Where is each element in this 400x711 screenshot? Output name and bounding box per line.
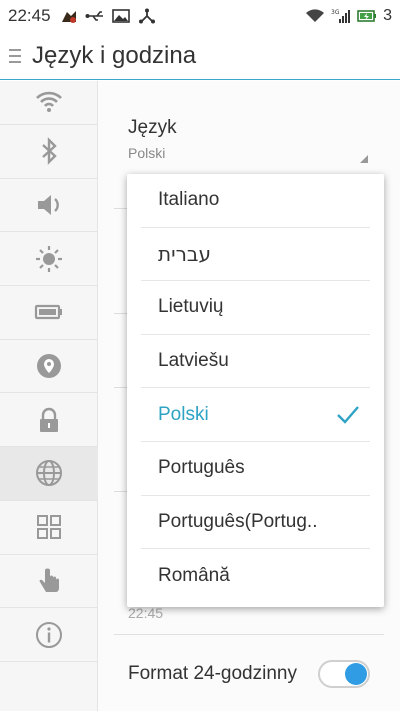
globe-icon [36, 460, 62, 487]
check-icon [337, 406, 359, 425]
info-icon [36, 621, 62, 648]
sidebar-item-bluetooth[interactable] [0, 125, 98, 179]
status-bar: 22:45 3G 3 [0, 0, 400, 32]
sidebar-item-wifi[interactable] [0, 81, 98, 125]
language-option-portugues[interactable]: Português [141, 442, 370, 496]
image-icon [111, 8, 131, 24]
divider [114, 313, 128, 314]
language-setting[interactable]: Język Polski [128, 117, 177, 161]
language-option-lietuviu[interactable]: Lietuvių [141, 281, 370, 335]
option-label: Italiano [158, 189, 220, 211]
divider [114, 634, 384, 635]
sidebar-item-location[interactable] [0, 340, 98, 394]
option-label: Lietuvių [158, 296, 224, 318]
battery-icon [34, 305, 62, 320]
option-label: Latviešu [158, 350, 229, 372]
sidebar-item-accessibility[interactable] [0, 555, 98, 609]
option-label: Português(Portug.. [158, 510, 318, 532]
gesture-hand-icon [39, 568, 59, 592]
wifi-icon [305, 8, 325, 24]
language-option-romana[interactable]: Română [141, 549, 370, 603]
sidebar-item-language[interactable] [0, 447, 98, 501]
battery-icon [357, 8, 377, 24]
app-notification-icon [59, 8, 79, 24]
option-label: Română [158, 564, 230, 586]
language-dropdown-arrow [360, 155, 368, 163]
divider [114, 208, 128, 209]
sidebar-item-display[interactable] [0, 232, 98, 287]
status-system-icons: 3G 3 [305, 7, 392, 25]
format-24h-toggle[interactable] [318, 660, 370, 688]
signal-icon: 3G [331, 8, 351, 24]
language-value: Polski [128, 145, 166, 161]
wifi-icon [36, 91, 62, 112]
network-type-label: 3G [331, 9, 340, 16]
toggle-knob [345, 663, 367, 685]
option-label: Português [158, 457, 245, 479]
app-header: Język i godzina [0, 32, 400, 80]
language-option-portugues-portugal[interactable]: Português(Portug.. [141, 496, 370, 550]
language-option-latviesu[interactable]: Latviešu [141, 335, 370, 389]
time-value: 22:45 [128, 605, 164, 621]
sidebar-item-security[interactable] [0, 393, 98, 448]
sidebar-item-sound[interactable] [0, 179, 98, 233]
language-label: Język [128, 117, 177, 138]
status-time: 22:45 [8, 6, 51, 25]
option-label: עברית [158, 241, 211, 266]
option-label: Polski [158, 403, 209, 425]
sidebar-item-battery[interactable] [0, 286, 98, 340]
brightness-icon [36, 245, 62, 272]
sidebar-item-apps[interactable] [0, 501, 98, 555]
page-title: Język i godzina [32, 41, 197, 69]
network-share-icon [137, 8, 157, 24]
format-24h-label: Format 24-godzinny [128, 663, 297, 684]
divider [114, 491, 128, 492]
status-notification-icons [59, 8, 157, 24]
apps-grid-icon [37, 515, 61, 540]
language-dropdown: Italiano עברית Lietuvių Latviešu Polski … [127, 174, 384, 607]
location-icon [37, 354, 61, 379]
divider [114, 387, 128, 388]
battery-level: 3 [383, 7, 392, 24]
lock-icon [40, 407, 58, 432]
language-option-polski[interactable]: Polski [141, 388, 370, 442]
bluetooth-icon [42, 137, 57, 166]
language-option-italiano[interactable]: Italiano [141, 174, 370, 228]
volume-icon [38, 195, 59, 216]
format-24h-row[interactable]: Format 24-godzinny [128, 657, 373, 691]
settings-sidebar [0, 81, 98, 711]
sidebar-item-about[interactable] [0, 608, 98, 662]
usb-icon [85, 8, 105, 24]
menu-icon[interactable] [0, 32, 30, 80]
language-option-hebrew[interactable]: עברית [141, 228, 370, 282]
